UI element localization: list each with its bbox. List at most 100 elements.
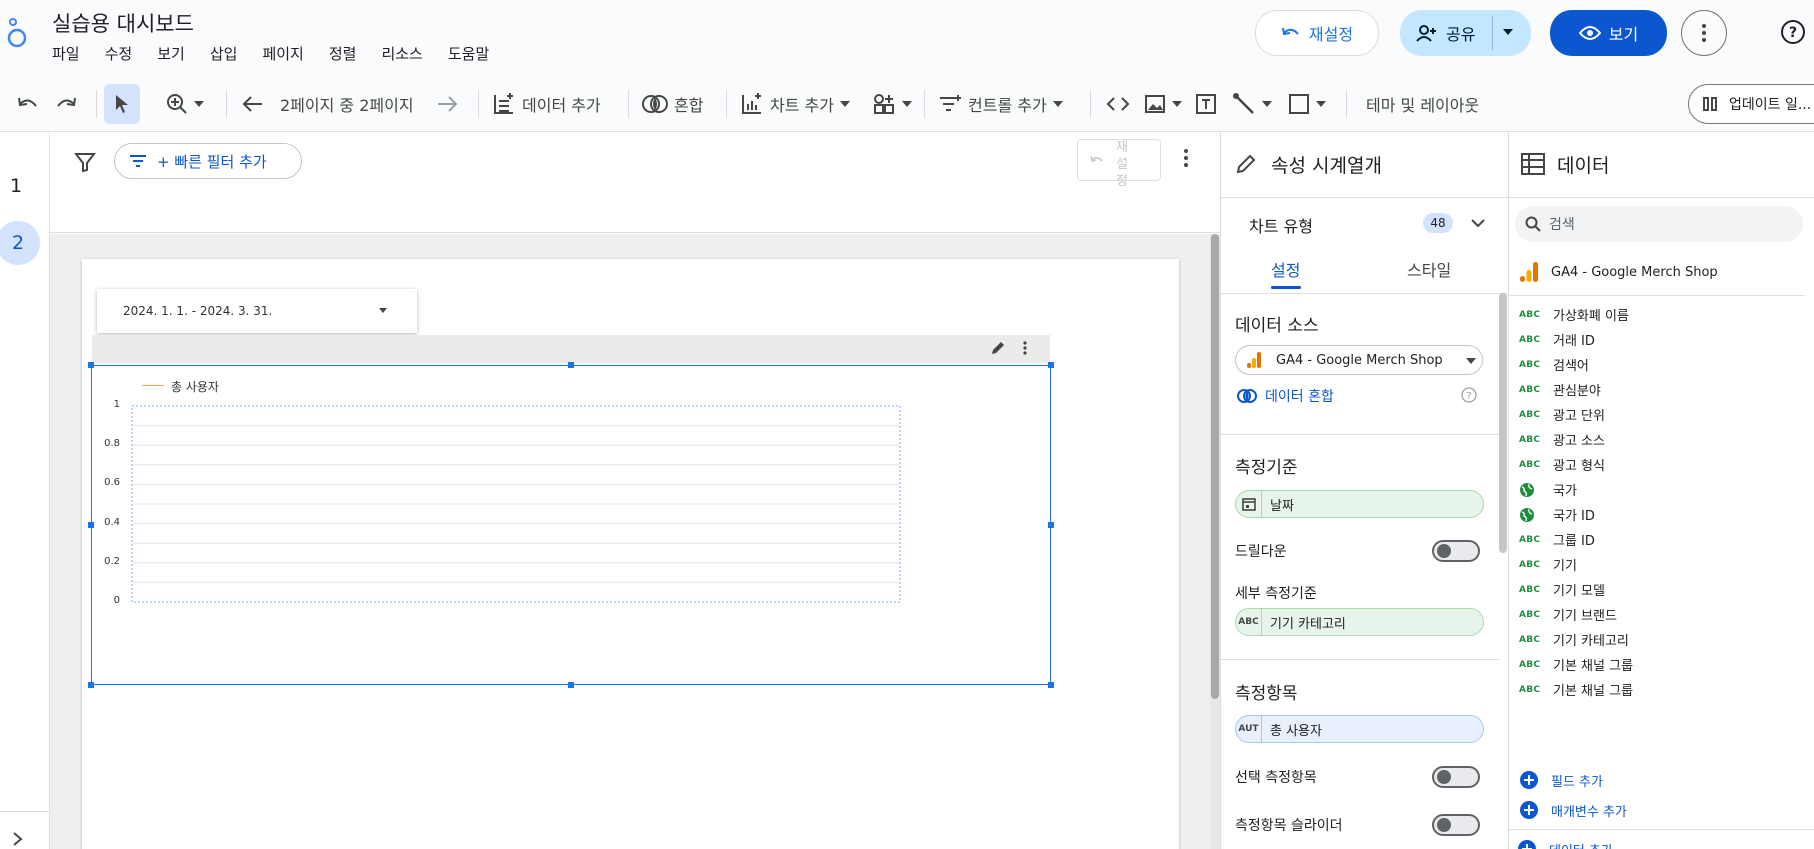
- page-item-2[interactable]: 2: [0, 221, 40, 265]
- resize-handle[interactable]: [1048, 362, 1054, 368]
- canvas-scrollbar[interactable]: [1211, 234, 1219, 699]
- field-item[interactable]: ABC 그룹 ID: [1519, 530, 1595, 549]
- redo-icon[interactable]: [54, 76, 78, 132]
- properties-scrollbar[interactable]: [1499, 293, 1507, 553]
- edit-pencil-icon[interactable]: [990, 340, 1006, 356]
- field-item[interactable]: ABC 광고 소스: [1519, 430, 1605, 449]
- chart-more-icon[interactable]: [1023, 341, 1027, 355]
- field-item[interactable]: ABC 관심분야: [1519, 380, 1601, 399]
- update-button[interactable]: 업데이트 일...: [1688, 84, 1814, 124]
- reset-button[interactable]: 재설정: [1255, 10, 1379, 56]
- add-parameter-button[interactable]: 매개변수 추가: [1519, 800, 1627, 820]
- dimension-chip[interactable]: 날짜: [1235, 490, 1484, 518]
- community-viz-button[interactable]: [872, 76, 912, 132]
- resize-handle[interactable]: [568, 362, 574, 368]
- undo-arrow-icon: [1090, 155, 1103, 162]
- menu-insert[interactable]: 삽입: [210, 43, 238, 64]
- field-item[interactable]: ABC 거래 ID: [1519, 330, 1595, 349]
- drilldown-toggle[interactable]: [1432, 540, 1480, 562]
- next-page-icon[interactable]: [436, 76, 458, 132]
- field-item[interactable]: ABC 광고 단위: [1519, 405, 1605, 424]
- expand-pages-icon[interactable]: [12, 831, 24, 847]
- code-embed-icon[interactable]: [1106, 76, 1130, 132]
- add-control-button[interactable]: 컨트롤 추가: [938, 76, 1063, 132]
- optional-metrics-toggle[interactable]: [1432, 766, 1480, 788]
- metric-slider-toggle[interactable]: [1432, 814, 1480, 836]
- add-data-link[interactable]: 데이터 추가: [1517, 839, 1613, 849]
- line-button[interactable]: [1232, 76, 1272, 132]
- chevron-down-icon[interactable]: [1471, 219, 1485, 228]
- menu-file[interactable]: 파일: [52, 43, 80, 64]
- data-source-item[interactable]: GA4 - Google Merch Shop: [1519, 261, 1718, 283]
- field-search-input[interactable]: 검색: [1515, 206, 1803, 242]
- add-data-button[interactable]: 데이터 추가: [492, 76, 601, 132]
- field-item[interactable]: ABC 검색어: [1519, 355, 1589, 374]
- menu-bar: 파일 수정 보기 삽입 페이지 정렬 리소스 도움말: [52, 43, 489, 64]
- chevron-down-icon: [1316, 101, 1326, 107]
- image-button[interactable]: [1144, 76, 1182, 132]
- tab-setup[interactable]: 설정: [1271, 257, 1300, 281]
- menu-page[interactable]: 페이지: [262, 43, 303, 64]
- date-range-control[interactable]: 2024. 1. 1. - 2024. 3. 31.: [97, 289, 417, 333]
- field-item[interactable]: ABC 가상화폐 이름: [1519, 305, 1629, 324]
- field-item[interactable]: ABC 기본 채널 그룹: [1519, 680, 1633, 699]
- resize-handle[interactable]: [1048, 682, 1054, 688]
- zoom-tool[interactable]: [166, 76, 204, 132]
- text-type-icon: ABC: [1519, 359, 1541, 370]
- help-circle-icon[interactable]: ?: [1461, 387, 1477, 403]
- page-item-1[interactable]: 1: [10, 175, 22, 197]
- add-circle-icon: [1520, 771, 1538, 789]
- breakdown-chip[interactable]: ABC 기기 카테고리: [1235, 608, 1484, 636]
- undo-icon[interactable]: [16, 76, 40, 132]
- looker-studio-logo[interactable]: [4, 14, 30, 48]
- data-source-select[interactable]: GA4 - Google Merch Shop: [1235, 345, 1483, 375]
- select-tool[interactable]: [104, 84, 140, 124]
- resize-handle[interactable]: [88, 522, 94, 528]
- text-box-icon[interactable]: [1194, 76, 1218, 132]
- field-name: 기본 채널 그룹: [1553, 684, 1634, 699]
- menu-resource[interactable]: 리소스: [381, 43, 422, 64]
- menu-view[interactable]: 보기: [157, 43, 185, 64]
- timeseries-chart[interactable]: 총 사용자 0 0.2 0.4 0.6 0.8 1: [91, 365, 1051, 685]
- field-item[interactable]: ABC 기기 모델: [1519, 580, 1605, 599]
- more-vert-icon[interactable]: [1184, 149, 1188, 167]
- reset-filter-button[interactable]: 재 설 정: [1077, 139, 1161, 189]
- help-icon[interactable]: ?: [1780, 19, 1806, 45]
- metric-chip[interactable]: AUT 총 사용자: [1235, 715, 1484, 743]
- menu-arrange[interactable]: 정렬: [329, 43, 357, 64]
- quick-filter-button[interactable]: + 빠른 필터 추가: [114, 143, 302, 179]
- add-field-label: 필드 추가: [1551, 774, 1603, 790]
- menu-help[interactable]: 도움말: [448, 43, 489, 64]
- page-indicator: 2페이지 중 2페이지: [280, 96, 414, 115]
- field-item[interactable]: ABC 기본 채널 그룹: [1519, 655, 1633, 674]
- field-item[interactable]: ABC 광고 형식: [1519, 455, 1605, 474]
- blend-button[interactable]: 혼합: [642, 76, 703, 132]
- add-field-button[interactable]: 필드 추가: [1519, 770, 1603, 790]
- field-item[interactable]: ABC 기기 카테고리: [1519, 630, 1629, 649]
- more-options-button[interactable]: [1681, 10, 1727, 56]
- resize-handle[interactable]: [568, 682, 574, 688]
- field-name: 광고 소스: [1553, 434, 1605, 449]
- blend-data-link[interactable]: 데이터 혼합: [1237, 386, 1334, 406]
- share-dropdown-icon[interactable]: [1502, 28, 1514, 36]
- theme-layout-button[interactable]: 테마 및 레이아웃: [1366, 76, 1479, 132]
- shape-button[interactable]: [1288, 76, 1326, 132]
- field-name: 광고 단위: [1553, 409, 1605, 424]
- tab-style[interactable]: 스타일: [1407, 257, 1451, 281]
- resize-handle[interactable]: [88, 682, 94, 688]
- menu-edit[interactable]: 수정: [105, 43, 133, 64]
- previous-page-icon[interactable]: [242, 76, 264, 132]
- field-item[interactable]: ABC 기기: [1519, 555, 1577, 574]
- filter-icon[interactable]: [74, 151, 96, 173]
- field-item[interactable]: 국가: [1519, 480, 1577, 499]
- resize-handle[interactable]: [88, 362, 94, 368]
- add-circle-icon: [1518, 840, 1536, 849]
- chart-type-label[interactable]: 차트 유형: [1249, 213, 1313, 237]
- resize-handle[interactable]: [1048, 522, 1054, 528]
- report-title[interactable]: 실습용 대시보드: [52, 8, 194, 38]
- field-item[interactable]: 국가 ID: [1519, 505, 1595, 524]
- view-button[interactable]: 보기: [1550, 10, 1667, 56]
- add-chart-button[interactable]: 차트 추가: [740, 76, 850, 132]
- data-source-value: GA4 - Google Merch Shop: [1276, 352, 1443, 368]
- field-item[interactable]: ABC 기기 브랜드: [1519, 605, 1617, 624]
